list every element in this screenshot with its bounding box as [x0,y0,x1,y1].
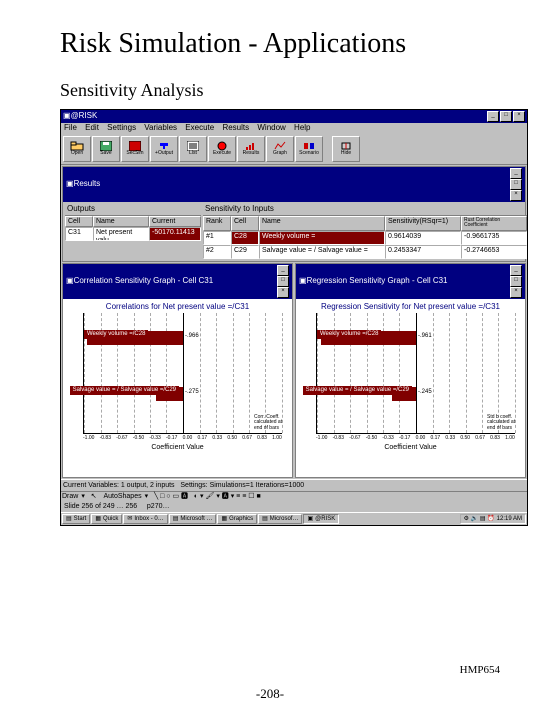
chart-title: Correlations for Net present value =/C31 [67,303,288,312]
tb-graph[interactable]: Graph [266,136,294,162]
tb-list[interactable]: List [179,136,207,162]
chart-title: Regression Sensitivity for Net present v… [300,303,521,312]
regr-chart-titlebar[interactable]: ▣ Regression Sensitivity Graph - Cell C3… [296,264,525,299]
clock: 12:19 AM [497,516,522,523]
x-ticks: -1.00-0.83-0.67-0.50-0.33-0.170.000.170.… [316,436,515,442]
start-button[interactable]: ▤ Start [62,514,90,525]
chart-plot: Weekly volume =/C28-.966Salvage value = … [83,313,282,434]
results-titlebar[interactable]: ▣ Results _□× [63,167,525,202]
out-current[interactable]: -50170.11413 [149,227,201,241]
col-rsqr[interactable]: Sensitivity(RSqr=1) [385,216,461,231]
sens-header: Sensitivity to Inputs [203,204,527,216]
out-cell[interactable]: C31 [65,227,93,241]
menu-results[interactable]: Results [222,123,249,132]
app-icon: ▣ [63,112,71,121]
statusbar: Current Variables: 1 output, 2 inputs Se… [61,479,527,492]
menubar[interactable]: File Edit Settings Variables Execute Res… [61,123,527,134]
atrisk-window: ▣ @RISK _ □ × File Edit Settings Variabl… [60,109,528,526]
col-current[interactable]: Current [149,216,201,228]
menu-window[interactable]: Window [257,123,285,132]
tb-scenario[interactable]: Scenario [295,136,323,162]
corr-chart-titlebar[interactable]: ▣ Correlation Sensitivity Graph - Cell C… [63,264,292,299]
menu-execute[interactable]: Execute [185,123,214,132]
regression-chart-window: ▣ Regression Sensitivity Graph - Cell C3… [295,263,526,478]
app-title: @RISK [71,112,98,121]
col-corr[interactable]: Rust Correlation Coefficient [461,216,527,231]
results-close[interactable]: × [510,190,522,201]
col-cell[interactable]: Cell [65,216,93,228]
x-label: Coefficient Value [300,444,521,452]
task-item[interactable]: ▦ Quick [91,514,122,525]
task-item-active[interactable]: ▣ @RISK [303,514,339,525]
close-button[interactable]: × [513,111,525,122]
menu-help[interactable]: Help [294,123,310,132]
task-item[interactable]: ✉ Inbox - 0… [123,514,167,525]
col-name[interactable]: Name [93,216,149,228]
footer-course: HMP654 [460,664,500,676]
x-ticks: -1.00-0.83-0.67-0.50-0.33-0.170.000.170.… [83,436,282,442]
toolbar: Open Save SecSim +Output List Execute Re… [61,134,527,165]
results-max[interactable]: □ [510,179,522,190]
menu-variables[interactable]: Variables [144,123,177,132]
footer-page: -208- [0,686,540,702]
tb-save[interactable]: Save [92,136,120,162]
maximize-button[interactable]: □ [500,111,512,122]
tb-open[interactable]: Open [63,136,91,162]
tb-output[interactable]: +Output [150,136,178,162]
tb-results[interactable]: Results [237,136,265,162]
results-min[interactable]: _ [510,168,522,179]
taskbar[interactable]: ▤ Start ▦ Quick ✉ Inbox - 0… ▤ Microsoft… [61,512,527,526]
menu-settings[interactable]: Settings [107,123,136,132]
minimize-button[interactable]: _ [487,111,499,122]
outputs-header: Outputs [65,204,201,216]
task-item[interactable]: ▤ Microsoft … [169,514,217,525]
table-row[interactable]: #2 C29 Salvage value = / Salvage value =… [203,245,527,259]
slide-subtitle: Sensitivity Analysis [60,80,508,101]
menu-file[interactable]: File [64,123,77,132]
x-label: Coefficient Value [67,444,288,452]
app-titlebar[interactable]: ▣ @RISK _ □ × [61,110,527,123]
tb-hide[interactable]: Hide [332,136,360,162]
task-item[interactable]: ▦ Graphics [217,514,257,525]
table-row[interactable]: #1 C28 Weekly volume = 0.9614039 -0.9661… [203,231,527,245]
results-window: ▣ Results _□× Outputs Cell Name Current … [62,166,526,262]
draw-toolbar[interactable]: Draw ▾ ↖ AutoShapes ▾ ╲ □ ○ ▭ 🅰 ◐ ▾ 🖌 ▾ … [61,491,527,502]
col-iname[interactable]: Name [259,216,385,231]
out-name[interactable]: Net present valu [93,227,149,241]
chart-plot: Weekly volume =/C28-.961Salvage value = … [316,313,515,434]
tb-execute[interactable]: Execute [208,136,236,162]
col-rank[interactable]: Rank [203,216,231,231]
menu-edit[interactable]: Edit [85,123,99,132]
tb-secsim[interactable]: SecSim [121,136,149,162]
task-item[interactable]: ▤ Microsof… [258,514,302,525]
slide-title: Risk Simulation - Applications [60,28,508,60]
col-icell[interactable]: Cell [231,216,259,231]
correlation-chart-window: ▣ Correlation Sensitivity Graph - Cell C… [62,263,293,478]
slide-status: Slide 256 of 249 … 256 p270… [61,502,527,512]
system-tray[interactable]: ⚙ 🔊 ▤ ⏰ 12:19 AM [460,514,526,525]
